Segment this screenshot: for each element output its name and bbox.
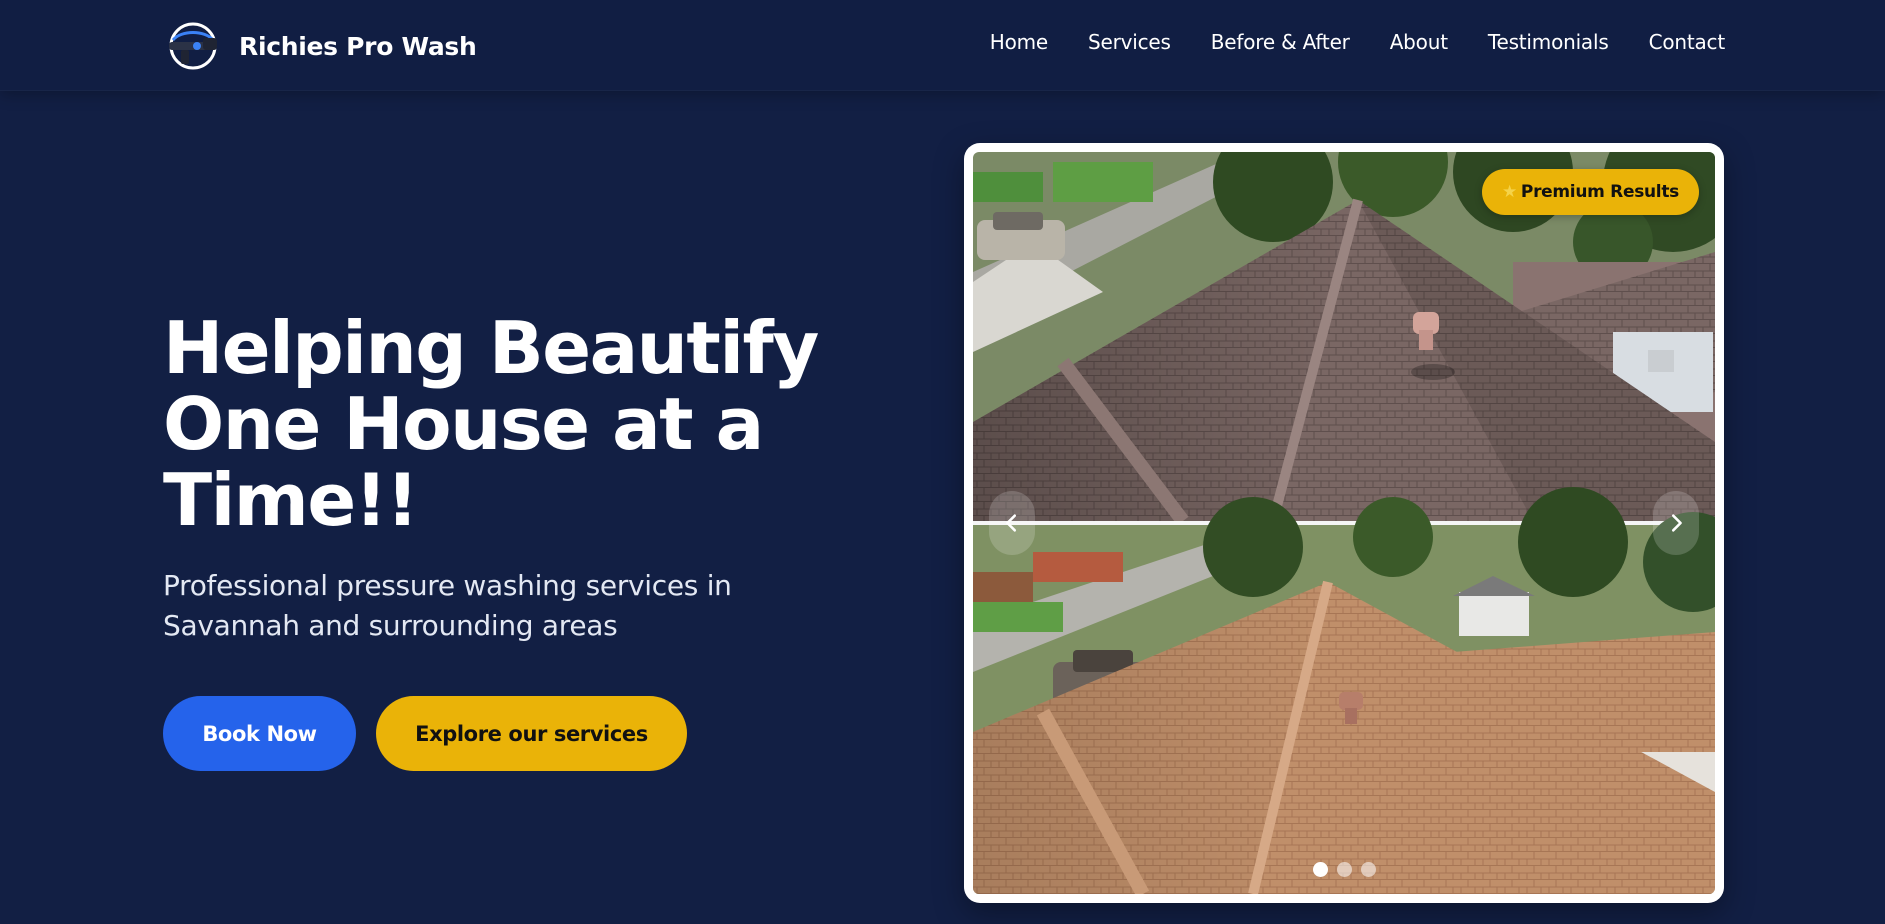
hero-subtitle-line: Savannah and surrounding areas <box>163 609 618 642</box>
nav-item-services[interactable]: Services <box>1088 30 1171 54</box>
nav-item-testimonials[interactable]: Testimonials <box>1488 30 1609 54</box>
carousel-dots <box>973 862 1715 877</box>
carousel-dot-1[interactable] <box>1312 862 1328 877</box>
premium-results-badge: ★ Premium Results <box>1481 169 1699 215</box>
nav-item-home[interactable]: Home <box>990 30 1048 54</box>
hero-title: Helping Beautify One House at a Time!! <box>163 310 863 538</box>
nav-item-contact[interactable]: Contact <box>1649 30 1726 54</box>
roof-before-after-image <box>973 152 1715 894</box>
brand-name: Richies Pro Wash <box>239 31 477 61</box>
hero-title-line: One House at a <box>163 382 764 466</box>
carousel-dot-2[interactable] <box>1336 862 1352 877</box>
before-after-carousel: ★ Premium Results <box>964 143 1724 903</box>
book-now-button[interactable]: Book Now <box>163 696 356 771</box>
chevron-left-icon <box>1006 514 1017 532</box>
hero-subtitle-line: Professional pressure washing services i… <box>163 569 732 602</box>
hero-subtitle: Professional pressure washing services i… <box>163 566 843 646</box>
badge-label: Premium Results <box>1520 182 1679 202</box>
nav-item-about[interactable]: About <box>1390 30 1448 54</box>
hero-title-line: Helping Beautify <box>163 306 819 390</box>
nav-item-before-after[interactable]: Before & After <box>1211 30 1350 54</box>
star-icon: ★ <box>1501 182 1517 202</box>
carousel-slide: ★ Premium Results <box>973 152 1715 894</box>
carousel-dot-3[interactable] <box>1360 862 1376 877</box>
hero-title-line: Time!! <box>163 458 419 542</box>
carousel-prev-button[interactable] <box>989 491 1035 555</box>
site-header: Richies Pro Wash Home Services Before & … <box>0 0 1885 91</box>
chevron-right-icon <box>1671 514 1682 532</box>
carousel-next-button[interactable] <box>1653 491 1699 555</box>
explore-services-button[interactable]: Explore our services <box>376 696 687 771</box>
main-nav: Home Services Before & After About Testi… <box>990 30 1725 54</box>
pressure-washer-logo-icon <box>169 22 217 70</box>
brand[interactable]: Richies Pro Wash <box>163 20 477 72</box>
